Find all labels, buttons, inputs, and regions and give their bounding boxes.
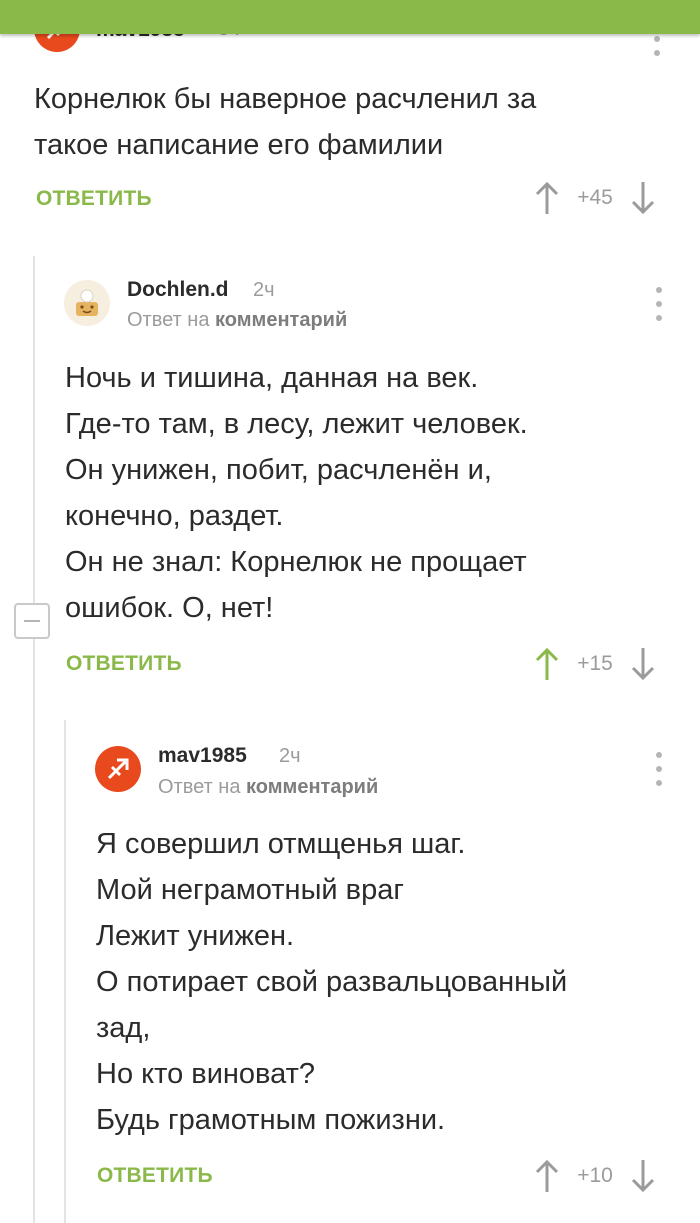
comment-text: Ночь и тишина, данная на век. Где-то там… — [65, 362, 528, 624]
vote-controls: +15 — [534, 644, 656, 684]
reply-button[interactable]: ОТВЕТИТЬ — [36, 187, 152, 211]
collapse-thread-button[interactable] — [14, 603, 50, 639]
arrow-up-icon[interactable] — [534, 646, 560, 682]
vote-score: +45 — [577, 186, 613, 209]
reply-to-prefix: Ответ на — [127, 309, 210, 331]
sagittarius-icon — [107, 758, 129, 780]
top-app-bar — [0, 0, 700, 34]
comment-author[interactable]: mav1985 — [158, 744, 247, 768]
reply-to-prefix: Ответ на — [158, 776, 241, 798]
comment-text: Я совершил отмщенья шаг. Мой неграмотный… — [96, 828, 568, 1136]
arrow-down-icon[interactable] — [630, 1158, 656, 1194]
vote-score: +15 — [577, 652, 613, 675]
vote-score: +10 — [577, 1164, 613, 1187]
reply-button[interactable]: ОТВЕТИТЬ — [66, 652, 182, 676]
more-vertical-icon[interactable] — [653, 752, 665, 786]
arrow-down-icon[interactable] — [630, 646, 656, 682]
reply-to-link[interactable]: Ответ на комментарий — [127, 309, 347, 332]
comment-author[interactable]: Dochlen.d — [127, 278, 229, 302]
avatar[interactable] — [64, 280, 110, 326]
reply-to-target[interactable]: комментарий — [246, 776, 378, 798]
thread-line[interactable] — [64, 720, 66, 1223]
comment-time: 2ч — [253, 279, 275, 301]
arrow-down-icon[interactable] — [630, 180, 656, 216]
minus-icon — [24, 620, 40, 622]
more-vertical-icon[interactable] — [653, 287, 665, 321]
vote-controls: +10 — [534, 1156, 656, 1196]
comment-text: Корнелюк бы наверное расчленил за такое … — [34, 83, 537, 161]
arrow-up-icon[interactable] — [534, 180, 560, 216]
vote-controls: +45 — [534, 178, 656, 218]
avatar[interactable] — [95, 746, 141, 792]
reply-to-target[interactable]: комментарий — [215, 309, 347, 331]
avatar-image — [64, 280, 110, 326]
thread-line[interactable] — [33, 256, 35, 1223]
arrow-up-icon[interactable] — [534, 1158, 560, 1194]
comment-time: 2ч — [279, 745, 301, 767]
reply-to-link[interactable]: Ответ на комментарий — [158, 776, 378, 799]
reply-button[interactable]: ОТВЕТИТЬ — [97, 1164, 213, 1188]
